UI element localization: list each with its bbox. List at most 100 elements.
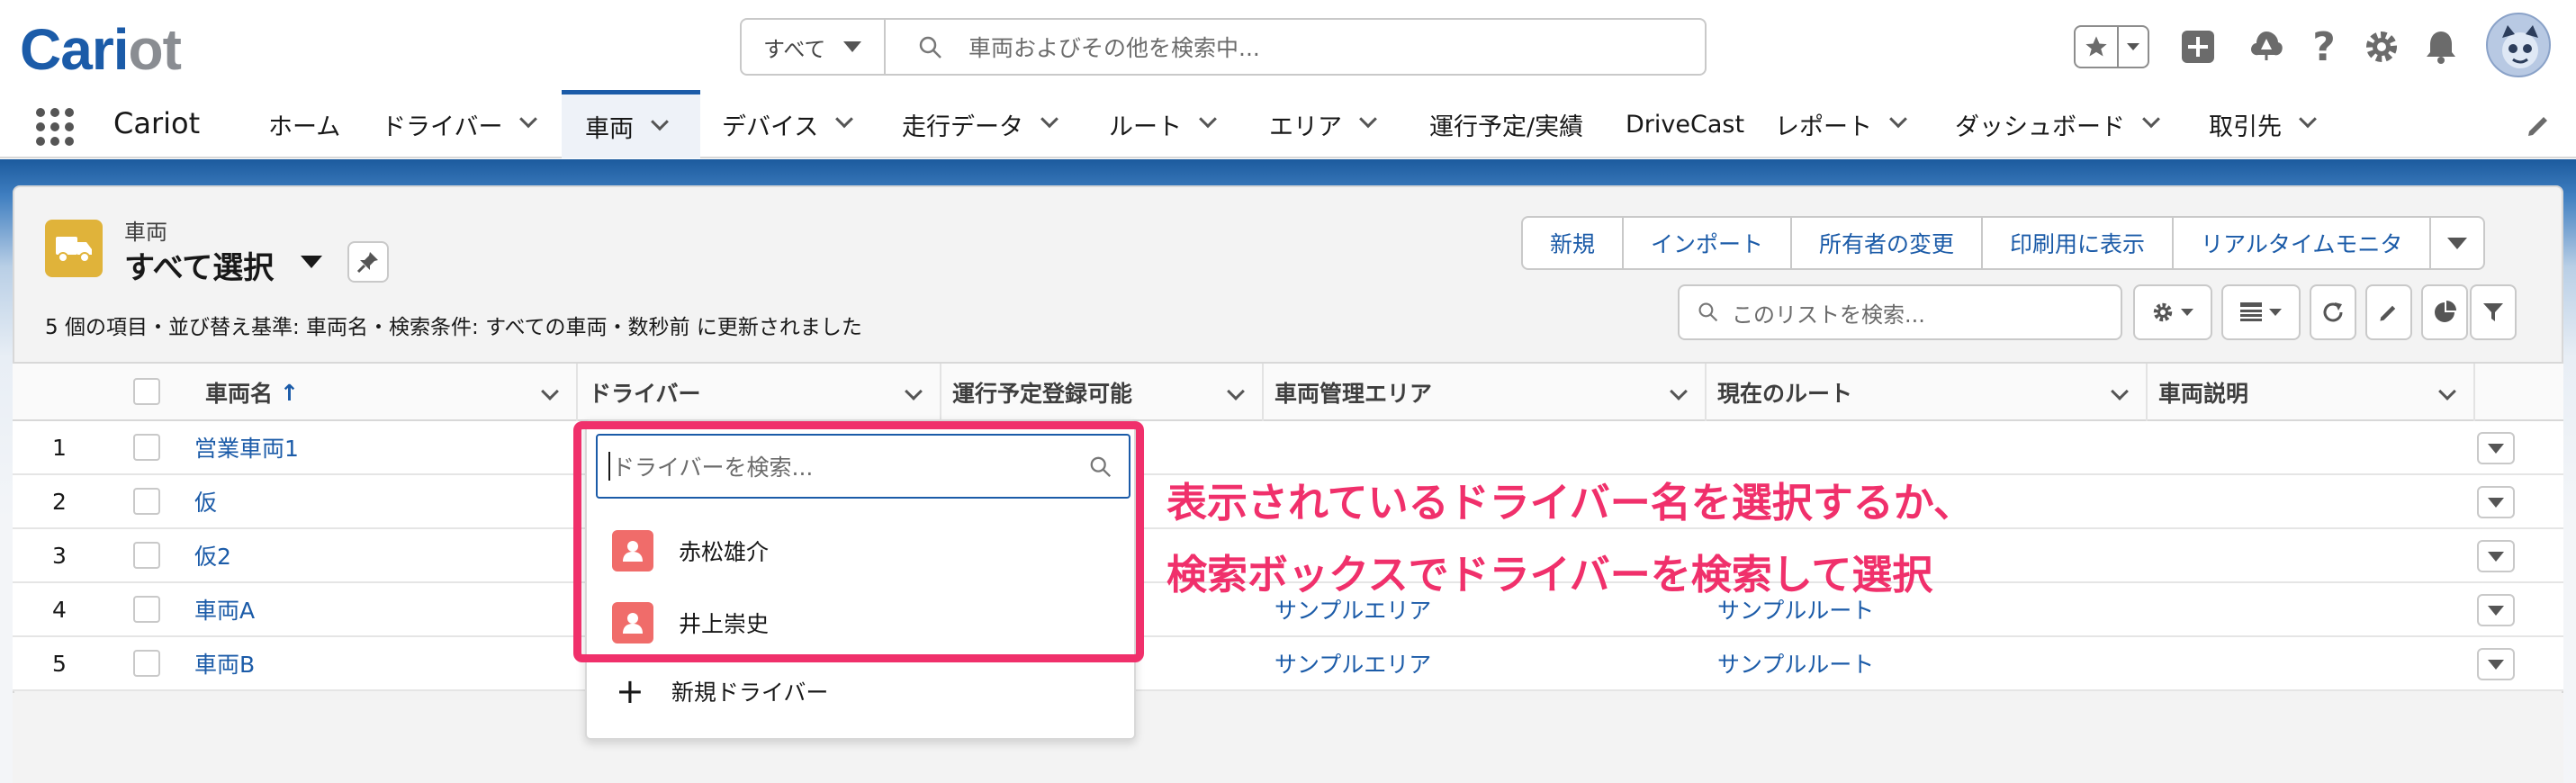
- nav-tab-areas[interactable]: エリア: [1269, 90, 1377, 158]
- chevron-down-icon[interactable]: [519, 110, 538, 129]
- favorites-dropdown[interactable]: [2119, 27, 2148, 67]
- nav-tab-routes[interactable]: ルート: [1109, 90, 1217, 158]
- row-checkbox[interactable]: [133, 488, 160, 515]
- list-status-line: 5 個の項目・並び替え基準: 車両名・検索条件: すべての車両・数秒前 に更新さ…: [45, 316, 862, 339]
- app-launcher-icon[interactable]: [36, 108, 74, 146]
- import-button[interactable]: インポート: [1624, 218, 1793, 268]
- column-driver[interactable]: ドライバー: [578, 364, 941, 421]
- vehicle-name-link[interactable]: 営業車両1: [194, 421, 299, 473]
- chevron-down-icon[interactable]: [1670, 382, 1688, 400]
- add-icon[interactable]: [2176, 25, 2220, 68]
- realtime-monitor-button[interactable]: リアルタイムモニタ: [2174, 218, 2432, 268]
- row-actions-button[interactable]: [2477, 540, 2515, 572]
- row-checkbox[interactable]: [133, 650, 160, 677]
- chevron-down-icon[interactable]: [2438, 382, 2456, 400]
- edit-nav-pencil-icon[interactable]: [2526, 112, 2553, 142]
- user-avatar[interactable]: [2486, 13, 2551, 77]
- list-settings-button[interactable]: [2133, 284, 2212, 340]
- help-icon[interactable]: ?: [2302, 24, 2346, 70]
- trailhead-icon[interactable]: [2245, 25, 2288, 68]
- global-header: Cariot すべて 車両およびその他を検索中... ?: [0, 0, 2576, 90]
- nav-tab-drivers[interactable]: ドライバー: [382, 90, 538, 158]
- chevron-down-icon[interactable]: [2142, 110, 2160, 129]
- filter-button[interactable]: [2470, 284, 2517, 340]
- chevron-down-icon[interactable]: [1889, 110, 1907, 129]
- nav-tab-dashboards[interactable]: ダッシュボード: [1955, 90, 2160, 158]
- change-owner-button[interactable]: 所有者の変更: [1792, 218, 1984, 268]
- global-search[interactable]: すべて 車両およびその他を検索中...: [740, 18, 1707, 76]
- chevron-down-icon[interactable]: [905, 382, 923, 400]
- refresh-icon: [2323, 302, 2343, 322]
- app-nav-bar: Cariot ホーム ドライバー 車両 デバイス 走行データ ルート エリア 運…: [0, 90, 2576, 158]
- new-button[interactable]: 新規: [1523, 218, 1625, 268]
- list-view-title[interactable]: すべて選択: [124, 243, 274, 287]
- cariot-logo[interactable]: Cariot: [20, 16, 182, 83]
- sort-ascending-icon: ↑: [280, 379, 299, 406]
- plus-icon: +: [616, 671, 644, 711]
- nav-tab-reports[interactable]: レポート: [1775, 90, 1907, 158]
- more-actions-button[interactable]: [2431, 218, 2483, 268]
- chevron-down-icon[interactable]: [1359, 110, 1377, 129]
- global-search-input[interactable]: 車両およびその他を検索中...: [968, 31, 1260, 63]
- nav-tab-drivecast[interactable]: DriveCast: [1626, 90, 1744, 158]
- chevron-down-icon[interactable]: [2111, 382, 2129, 400]
- annotation-highlight-box: [573, 421, 1144, 662]
- display-as-button[interactable]: [2221, 284, 2301, 340]
- vehicle-name-link[interactable]: 仮2: [194, 529, 231, 581]
- inline-edit-button[interactable]: [2365, 284, 2412, 340]
- list-view-switcher-icon[interactable]: [301, 256, 322, 268]
- table-icon: [2240, 302, 2262, 321]
- chevron-down-icon: [2488, 659, 2504, 670]
- nav-tab-home[interactable]: ホーム: [268, 90, 340, 158]
- nav-tab-accounts[interactable]: 取引先: [2209, 90, 2317, 158]
- gear-icon[interactable]: [2360, 25, 2403, 68]
- printable-view-button[interactable]: 印刷用に表示: [1983, 218, 2175, 268]
- table-header: 車両名 ↑ ドライバー 運行予定登録可能 車両管理エリア 現在のルート 車両説明: [13, 362, 2563, 421]
- nav-tab-devices[interactable]: デバイス: [722, 90, 854, 158]
- chevron-down-icon[interactable]: [1227, 382, 1245, 400]
- vehicle-name-link[interactable]: 車両A: [194, 583, 255, 635]
- chevron-down-icon: [2447, 237, 2468, 249]
- column-managed-area[interactable]: 車両管理エリア: [1264, 364, 1707, 421]
- search-icon: [918, 35, 941, 58]
- column-vehicle-description[interactable]: 車両説明: [2148, 364, 2475, 421]
- row-actions-button[interactable]: [2477, 648, 2515, 680]
- chevron-down-icon[interactable]: [1040, 110, 1058, 129]
- chevron-down-icon: [2127, 43, 2139, 50]
- star-icon[interactable]: [2076, 27, 2119, 67]
- new-driver-option[interactable]: + 新規ドライバー: [616, 666, 828, 716]
- row-checkbox[interactable]: [133, 434, 160, 461]
- chevron-down-icon: [2269, 309, 2282, 316]
- gear-icon: [2153, 302, 2173, 322]
- nav-tab-vehicles[interactable]: 車両: [562, 90, 700, 158]
- refresh-button[interactable]: [2310, 284, 2356, 340]
- column-current-route[interactable]: 現在のルート: [1707, 364, 2148, 421]
- chevron-down-icon[interactable]: [651, 112, 669, 130]
- annotation-text-line-2: 検索ボックスでドライバーを検索して選択: [1166, 551, 1933, 598]
- chevron-down-icon[interactable]: [1199, 110, 1217, 129]
- row-actions-button[interactable]: [2477, 432, 2515, 464]
- chevron-down-icon[interactable]: [541, 382, 559, 400]
- notifications-bell-icon[interactable]: [2419, 25, 2463, 68]
- area-link[interactable]: サンプルエリア: [1274, 637, 1431, 689]
- vehicle-name-link[interactable]: 仮: [194, 475, 217, 527]
- column-vehicle-name[interactable]: 車両名 ↑: [133, 364, 578, 421]
- nav-tab-driving-data[interactable]: 走行データ: [902, 90, 1058, 158]
- row-checkbox[interactable]: [133, 542, 160, 569]
- search-scope-select[interactable]: すべて: [742, 20, 886, 74]
- nav-tab-schedules[interactable]: 運行予定/実績: [1429, 90, 1583, 158]
- row-checkbox[interactable]: [133, 596, 160, 623]
- list-search-input[interactable]: このリストを検索...: [1678, 284, 2122, 340]
- route-link[interactable]: サンプルルート: [1717, 637, 1874, 689]
- chevron-down-icon[interactable]: [2299, 110, 2317, 129]
- select-all-checkbox[interactable]: [133, 378, 160, 405]
- row-actions-button[interactable]: [2477, 486, 2515, 518]
- pin-list-button[interactable]: [347, 241, 389, 283]
- charts-button[interactable]: [2421, 284, 2468, 340]
- vehicle-name-link[interactable]: 車両B: [194, 637, 255, 689]
- column-schedulable[interactable]: 運行予定登録可能: [941, 364, 1264, 421]
- chevron-down-icon[interactable]: [835, 110, 854, 129]
- favorites-button[interactable]: [2074, 25, 2149, 68]
- search-icon: [1698, 302, 1718, 322]
- row-actions-button[interactable]: [2477, 594, 2515, 626]
